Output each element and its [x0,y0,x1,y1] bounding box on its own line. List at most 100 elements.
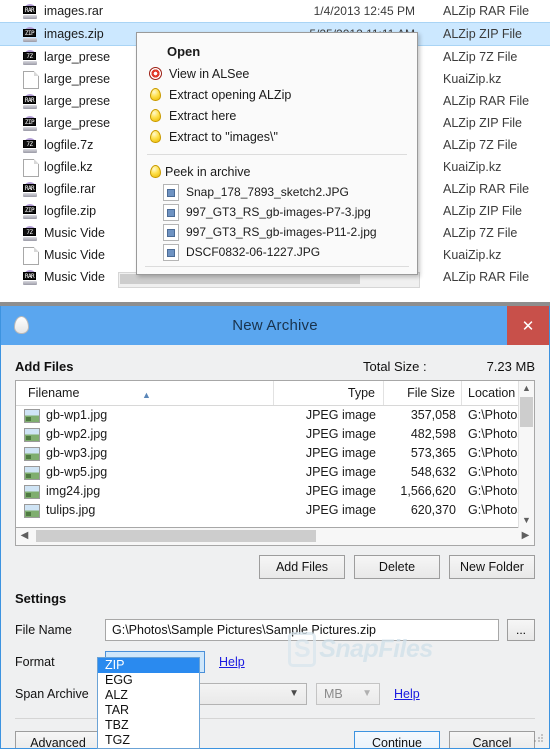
file-type-cell: JPEG image [305,446,376,460]
column-header-type[interactable]: Type [274,381,384,405]
peek-archive-entry[interactable]: 997_GT3_RS_gb-images-P7-3.jpg [137,202,417,222]
table-row[interactable]: gb-wp1.jpg JPEG image 357,058 G:\Photos\ [16,406,534,425]
context-menu[interactable]: Open View in ALSee Extract opening ALZip E… [136,32,418,275]
explorer-type-cell: ALZip ZIP File [443,204,522,218]
format-option[interactable]: TGZ [98,733,199,748]
alzip-egg-icon [11,314,33,337]
explorer-type-cell: ALZip 7Z File [443,138,518,152]
format-option[interactable]: TAR [98,703,199,718]
explorer-file-name: logfile.zip [44,204,97,218]
explorer-file-name: Music Vide [44,226,105,240]
context-menu-item[interactable]: Extract here [137,105,417,126]
format-help-link[interactable]: Help [219,655,245,669]
file-table[interactable]: Filename ▲ Type File Size Location gb-wp… [15,380,535,528]
span-unit-select[interactable]: MB ▼ [316,683,380,705]
add-files-button[interactable]: Add Files [259,555,345,579]
scroll-right-icon[interactable]: ▶ [517,528,534,544]
file-table-horizontal-scrollbar[interactable]: ◀ ▶ [15,528,535,546]
format-option[interactable]: ALZ [98,688,199,703]
peek-archive-entry[interactable]: DSCF0832-06-1227.JPG [137,242,417,262]
alsee-icon [147,65,164,82]
rar-archive-icon: RAR [22,93,38,109]
browse-button[interactable]: ... [507,619,535,641]
column-header-filename[interactable]: Filename ▲ [16,381,274,405]
cancel-button[interactable]: Cancel [449,731,535,748]
new-archive-dialog: New Archive ✕ Add Files Total Size : 7.2… [0,306,550,749]
explorer-file-name: logfile.kz [44,160,93,174]
table-row[interactable]: img24.jpg JPEG image 1,566,620 G:\Photos\ [16,482,534,501]
file-type-cell: JPEG image [305,484,376,498]
context-menu-item-peek-in-archive[interactable]: Peek in archive [137,161,417,182]
screen: RAR images.rar 1/4/2013 12:45 PM ALZip RAR … [0,0,550,749]
total-size-value: 7.23 MB [486,359,535,374]
context-menu-item[interactable]: Extract to "images\" [137,126,417,147]
add-files-header: Add Files Total Size : 7.23 MB [15,359,535,374]
file-name-input[interactable]: G:\Photos\Sample Pictures\Sample Picture… [105,619,499,641]
file-name-label: File Name [15,623,72,637]
alzip-egg-icon [147,107,164,124]
context-menu-item-open[interactable]: Open [137,39,417,63]
column-header-file-size[interactable]: File Size [384,381,462,405]
add-files-section-title: Add Files [15,359,74,374]
format-row: Format ZIP ▼ Help [15,648,535,676]
dialog-title-bar[interactable]: New Archive ✕ [1,306,549,345]
context-menu-item[interactable]: Extract opening ALZip [137,84,417,105]
file-type-cell: JPEG image [305,503,376,517]
blank-document-icon [22,159,39,177]
alzip-egg-icon [147,128,164,145]
table-row[interactable]: tulips.jpg JPEG image 620,370 G:\Photos\ [16,501,534,520]
zip-archive-icon: ZIP [22,26,38,42]
format-option[interactable]: ZIP [98,658,199,673]
context-menu-item[interactable]: View in ALSee [137,63,417,84]
file-name-text: gb-wp3.jpg [46,446,108,460]
peek-archive-entry[interactable]: 997_GT3_RS_gb-images-P11-2.jpg [137,222,417,242]
format-dropdown-list[interactable]: ZIPEGGALZTARTBZTGZLZH [97,657,200,749]
scroll-down-icon[interactable]: ▼ [519,513,534,528]
explorer-type-cell: ALZip 7Z File [443,226,518,240]
format-option[interactable]: TBZ [98,718,199,733]
footer-divider [15,718,535,719]
7z-archive-icon: 7Z [22,225,38,241]
vscroll-thumb[interactable] [520,397,533,427]
span-help-link[interactable]: Help [394,687,420,701]
table-row[interactable]: gb-wp2.jpg JPEG image 482,598 G:\Photos\ [16,425,534,444]
span-archive-row: Span Archive ▼ MB ▼ Help [15,680,535,708]
advanced-button[interactable]: Advanced [15,731,101,748]
delete-button[interactable]: Delete [354,555,440,579]
explorer-type-cell: KuaiZip.kz [443,248,502,262]
file-type-cell: JPEG image [305,427,376,441]
format-label: Format [15,655,55,669]
format-option[interactable]: EGG [98,673,199,688]
scroll-left-icon[interactable]: ◀ [16,528,33,544]
explorer-file-name: logfile.rar [44,182,96,196]
file-table-vertical-scrollbar[interactable]: ▲ ▼ [518,381,534,528]
alzip-egg-icon [147,163,164,180]
new-folder-button[interactable]: New Folder [449,555,535,579]
total-size-label: Total Size : [362,359,427,374]
explorer-hscroll-thumb[interactable] [120,274,360,284]
explorer-type-cell: ALZip RAR File [443,182,530,196]
peek-archive-entry-label: 997_GT3_RS_gb-images-P11-2.jpg [186,225,377,239]
peek-archive-entry[interactable]: Snap_178_7893_sketch2.JPG [137,182,417,202]
file-size-cell: 573,365 [410,446,456,460]
table-row[interactable]: gb-wp3.jpg JPEG image 573,365 G:\Photos\ [16,444,534,463]
scroll-up-icon[interactable]: ▲ [519,381,534,396]
jpeg-image-icon [24,484,40,499]
file-name-cell: gb-wp3.jpg [16,444,274,463]
explorer-file-name: Music Vide [44,248,105,262]
alzip-egg-icon [147,86,164,103]
7z-archive-icon: 7Z [22,137,38,153]
hscroll-thumb[interactable] [36,530,316,542]
table-row[interactable]: gb-wp5.jpg JPEG image 548,632 G:\Photos\ [16,463,534,482]
resize-grip[interactable] [533,733,543,743]
file-type-cell: JPEG image [305,408,376,422]
file-size-cell: 548,632 [410,465,456,479]
context-menu-item-label: Extract opening ALZip [169,87,292,102]
settings-section-title: Settings [15,591,67,606]
continue-button[interactable]: Continue [354,731,440,748]
file-name-row: File Name G:\Photos\Sample Pictures\Samp… [15,616,535,644]
explorer-row[interactable]: RAR images.rar 1/4/2013 12:45 PM ALZip RAR … [0,0,550,22]
file-name-cell: gb-wp2.jpg [16,425,274,444]
close-icon[interactable]: ✕ [507,306,549,345]
explorer-file-name: large_prese [44,72,111,86]
